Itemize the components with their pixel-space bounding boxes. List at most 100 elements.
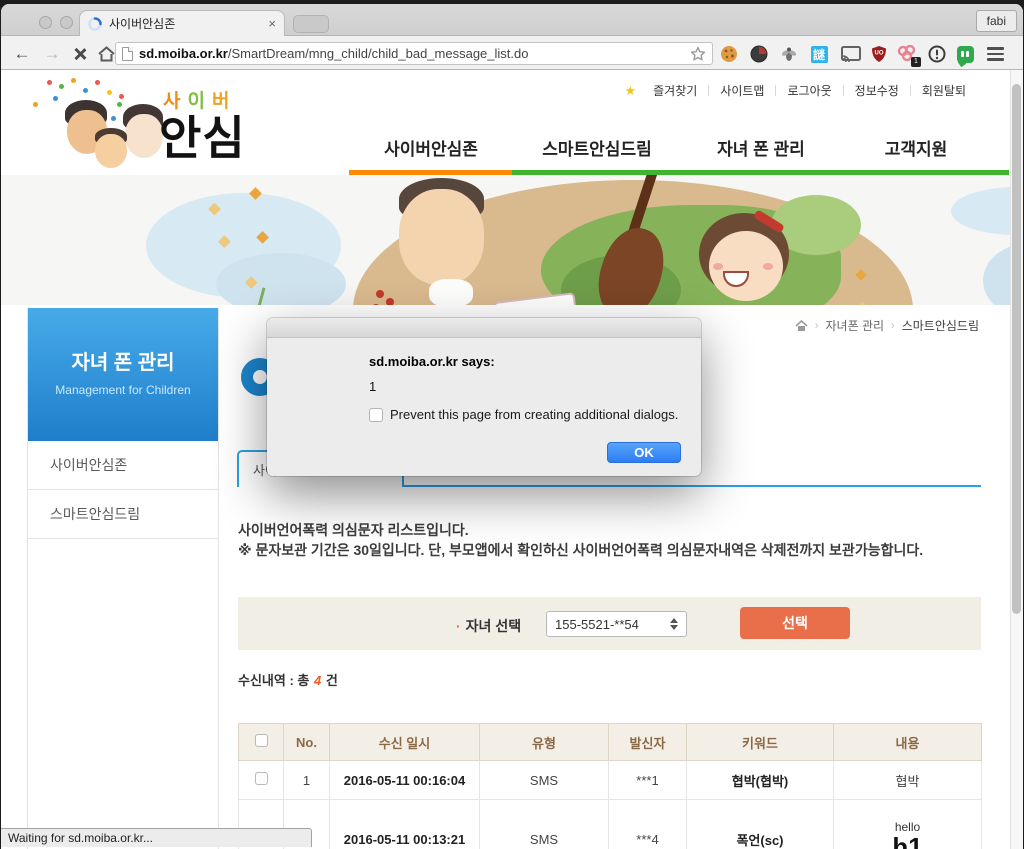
menu-button[interactable] <box>985 44 1005 64</box>
shield-text: UO <box>875 51 884 57</box>
home-button[interactable] <box>95 43 117 65</box>
cell-content: hello h1 <box>834 800 982 849</box>
message-table: No. 수신 일시 유형 발신자 키워드 내용 1 2016-05-11 00:… <box>238 723 982 849</box>
close-window-button[interactable] <box>39 16 52 29</box>
child-select-dropdown[interactable]: 155-5521-**54 <box>546 611 687 637</box>
cell-content: 협박 <box>834 761 982 800</box>
browser-toolbar: ← → sd.moiba.or.kr/SmartDream/mng_child/… <box>1 36 1023 70</box>
cookie-icon <box>720 45 738 63</box>
profile-button[interactable]: fabi <box>976 10 1017 32</box>
breadcrumb-current: 스마트안심드림 <box>902 317 979 334</box>
select-stepper-icon <box>670 618 678 630</box>
status-bar: Waiting for sd.moiba.or.kr... <box>1 828 312 847</box>
home-icon[interactable] <box>795 320 808 332</box>
confetti-decoration <box>33 102 38 107</box>
sidebar-header: 자녀 폰 관리 Management for Children <box>28 308 218 441</box>
home-icon <box>98 46 115 62</box>
extension-ublock[interactable]: UO <box>869 44 889 64</box>
breadcrumb-separator: › <box>815 320 819 332</box>
cell-keyword: 협박(협박) <box>687 761 834 800</box>
logo-figure <box>95 134 127 168</box>
sidebar-item-cyber-anshim-zone[interactable]: 사이버안심존 <box>28 441 218 490</box>
cell-keyword: 폭언(sc) <box>687 800 834 849</box>
dialog-checkbox-row: Prevent this page from creating addition… <box>369 407 681 422</box>
extension-fly[interactable] <box>779 44 799 64</box>
breadcrumb: › 자녀폰 관리 › 스마트안심드림 <box>795 317 979 334</box>
javascript-alert-dialog: sd.moiba.or.kr says: 1 Prevent this page… <box>267 318 701 476</box>
url-text[interactable]: sd.moiba.or.kr/SmartDream/mng_child/chil… <box>139 46 684 61</box>
bookmark-star-icon[interactable] <box>690 46 706 62</box>
favorite-star-icon: ★ <box>624 83 636 99</box>
dialog-body: sd.moiba.or.kr says: 1 Prevent this page… <box>267 338 701 476</box>
page-icon <box>122 47 133 61</box>
breadcrumb-separator: › <box>891 320 895 332</box>
received-summary: 수신내역 : 총 4 건 <box>238 670 338 689</box>
nav-item-child-phone-management[interactable]: 자녀 폰 관리 <box>691 130 831 164</box>
dialog-titlebar <box>267 318 701 338</box>
description-line-2: ※ 문자보관 기간은 30일입니다. 단, 부모앱에서 확인하신 사이버언어폭력… <box>238 540 982 560</box>
nav-item-smart-anshim-dream[interactable]: 스마트안심드림 <box>517 130 677 164</box>
stop-icon <box>73 47 87 61</box>
list-description: 사이버언어폭력 의심문자 리스트입니다. ※ 문자보관 기간은 30일입니다. … <box>238 520 982 560</box>
header-keyword: 키워드 <box>687 724 834 761</box>
nav-item-customer-support[interactable]: 고객지원 <box>856 130 976 164</box>
dialog-title: sd.moiba.or.kr says: <box>369 354 681 369</box>
description-line-1: 사이버언어폭력 의심문자 리스트입니다. <box>238 520 982 540</box>
extension-cast[interactable] <box>841 44 861 64</box>
cell-sender: ***4 <box>609 800 687 849</box>
extension-link-cluster[interactable]: 1 <box>897 44 917 64</box>
browser-tab[interactable]: 사이버안심존 × <box>79 10 285 36</box>
address-bar[interactable]: sd.moiba.or.kr/SmartDream/mng_child/chil… <box>115 42 713 65</box>
info-circle-icon <box>928 45 946 63</box>
header-sender: 발신자 <box>609 724 687 761</box>
row-checkbox[interactable] <box>255 772 268 785</box>
site-logo[interactable]: 사이버 안심존 <box>29 74 259 168</box>
prevent-dialogs-label: Prevent this page from creating addition… <box>390 407 678 422</box>
header-type: 유형 <box>480 724 609 761</box>
extension-dark-sphere[interactable] <box>749 44 769 64</box>
utility-link-edit-info[interactable]: 정보수정 <box>844 82 910 99</box>
table-row: 2 2016-05-11 00:13:21 SMS ***4 폭언(sc) he… <box>239 800 982 849</box>
received-count: 4 <box>314 673 321 688</box>
minimize-window-button[interactable] <box>60 16 73 29</box>
select-submit-button[interactable]: 선택 <box>740 607 850 639</box>
header-datetime: 수신 일시 <box>330 724 480 761</box>
back-button[interactable]: ← <box>11 43 33 65</box>
extension-info[interactable] <box>927 44 947 64</box>
cell-content-big: h1 <box>834 834 981 849</box>
utility-link-favorites[interactable]: 즐겨찾기 <box>642 82 708 99</box>
forward-button[interactable]: → <box>41 43 63 65</box>
sidebar-title: 자녀 폰 관리 <box>28 308 218 375</box>
table-row: 1 2016-05-11 00:16:04 SMS ***1 협박(협박) 협박 <box>239 761 982 800</box>
ok-button[interactable]: OK <box>607 442 681 463</box>
browser-window: 사이버안심존 × fabi ← → sd.moiba.or.kr/SmartDr… <box>1 4 1023 849</box>
cell-sender: ***1 <box>609 761 687 800</box>
nav-item-cyber-anshim-zone[interactable]: 사이버안심존 <box>351 130 511 164</box>
cell-type: SMS <box>480 761 609 800</box>
extension-kanji[interactable]: 謎 <box>809 44 829 64</box>
breadcrumb-item[interactable]: 자녀폰 관리 <box>826 317 885 334</box>
extension-badge: 1 <box>911 57 921 67</box>
new-tab-button[interactable] <box>293 15 329 33</box>
extension-cookie[interactable] <box>719 44 739 64</box>
tab-bar: 사이버안심존 × fabi <box>1 4 1023 36</box>
table-header-row: No. 수신 일시 유형 발신자 키워드 내용 <box>239 724 982 761</box>
utility-link-sitemap[interactable]: 사이트맵 <box>709 82 775 99</box>
cell-datetime: 2016-05-11 00:13:21 <box>330 800 480 849</box>
kanji-icon: 謎 <box>811 46 828 63</box>
header-content: 내용 <box>834 724 982 761</box>
utility-link-withdraw[interactable]: 회원탈퇴 <box>911 82 977 99</box>
logo-figure <box>125 114 163 158</box>
url-path: /SmartDream/mng_child/child_bad_message_… <box>228 46 529 61</box>
prevent-dialogs-checkbox[interactable] <box>369 408 383 422</box>
extension-chat[interactable] <box>955 44 975 64</box>
sidebar-item-smart-anshim-dream[interactable]: 스마트안심드림 <box>28 490 218 539</box>
cell-datetime: 2016-05-11 00:16:04 <box>330 761 480 800</box>
select-all-checkbox[interactable] <box>255 734 268 747</box>
scrollbar-thumb[interactable] <box>1012 84 1021 614</box>
utility-link-logout[interactable]: 로그아웃 <box>776 82 842 99</box>
tab-close-icon[interactable]: × <box>268 16 276 31</box>
scrollbar-track[interactable] <box>1010 70 1023 849</box>
stop-button[interactable] <box>69 43 91 65</box>
header-no: No. <box>284 724 330 761</box>
